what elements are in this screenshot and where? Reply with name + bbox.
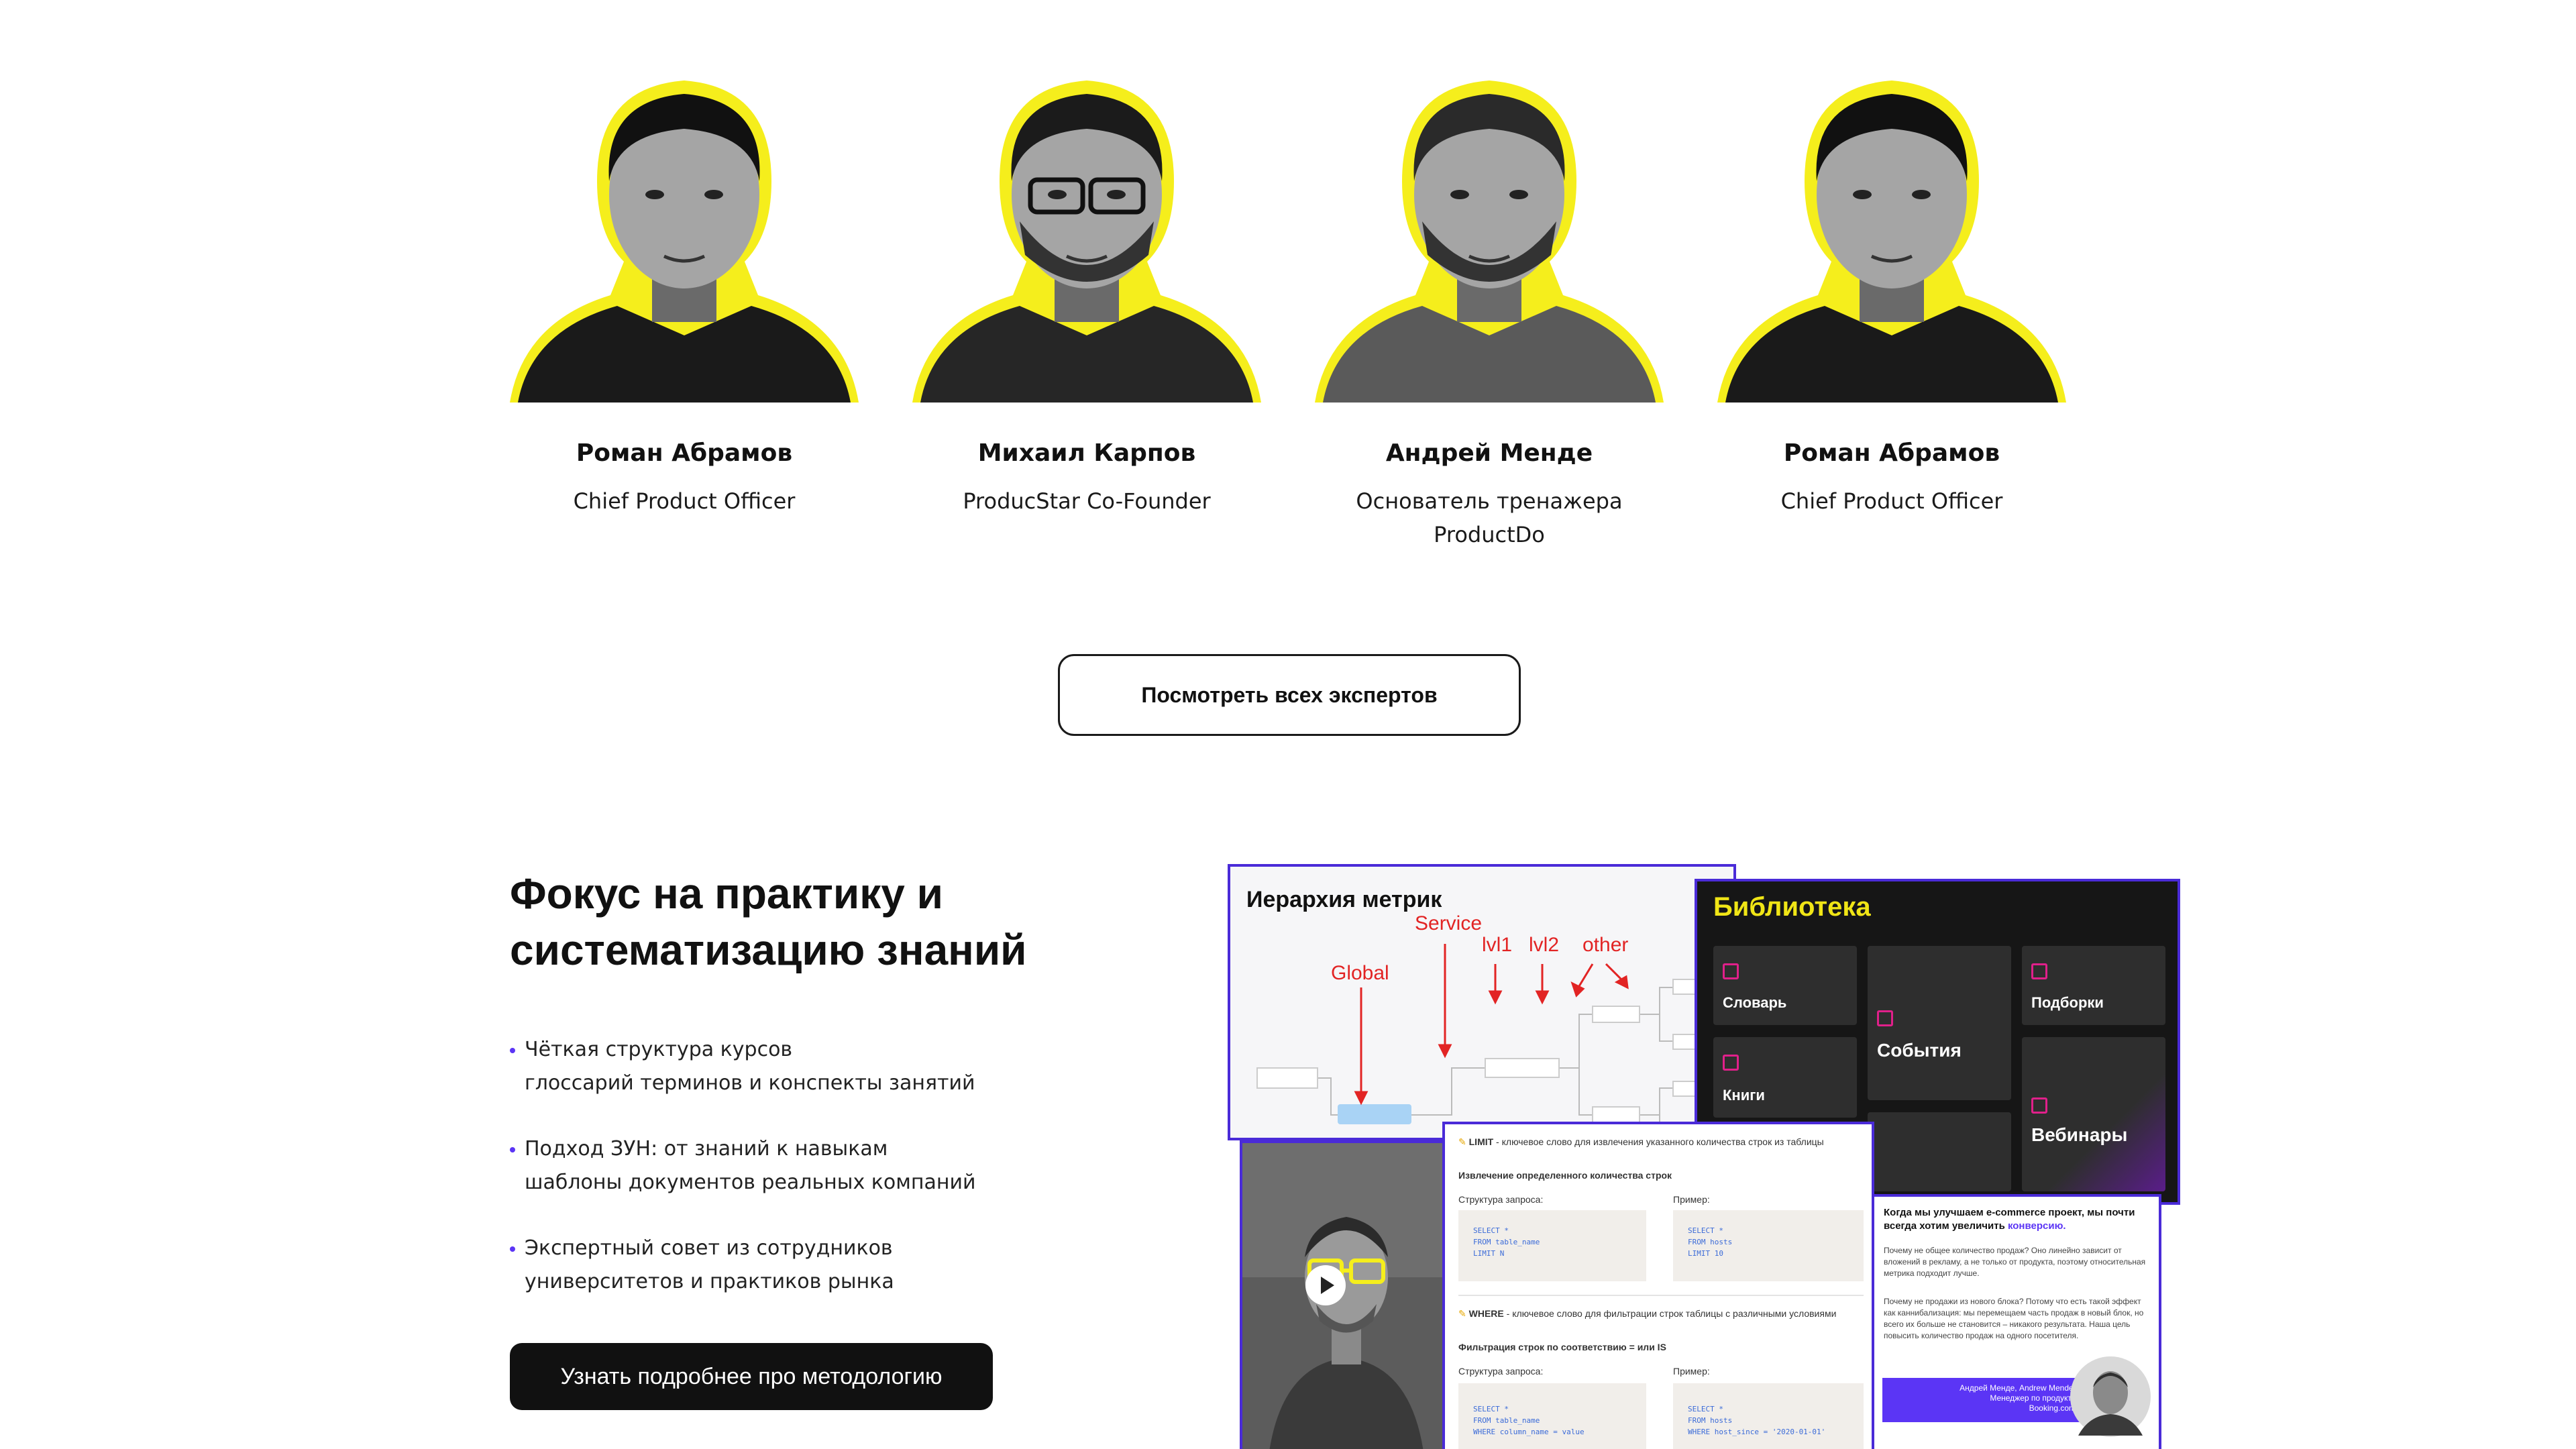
- expert-portrait: [1717, 80, 2066, 402]
- tile-label: Книги: [1723, 1087, 1765, 1104]
- tile-label: Словарь: [1723, 994, 1787, 1011]
- feature-item: Чёткая структура курсов глоссарий термин…: [510, 1033, 1114, 1100]
- feature-title: Экспертный совет из сотрудников: [525, 1236, 893, 1260]
- avatar: [2070, 1356, 2151, 1437]
- metric-label: Service: [1415, 912, 1483, 934]
- library-tile-events[interactable]: События: [1868, 946, 2011, 1100]
- expert-role: Основатель тренажера ProductDo: [1356, 488, 1623, 547]
- metric-label: other: [1582, 934, 1629, 956]
- sql-structure-label: Структура запроса:: [1458, 1366, 1544, 1377]
- feature-subtitle: университетов и практиков рынка: [525, 1270, 894, 1293]
- play-icon[interactable]: [1305, 1265, 1346, 1305]
- feature-subtitle: глоссарий терминов и конспекты занятий: [525, 1071, 975, 1095]
- methodology-button[interactable]: Узнать подробнее про методологию: [510, 1343, 993, 1410]
- books-icon: [1723, 1055, 1739, 1071]
- feature-title: Чёткая структура курсов: [525, 1038, 793, 1061]
- note-paragraph: Почему не продажи из нового блока? Потом…: [1884, 1297, 2144, 1340]
- metrics-mindmap: [1256, 944, 1721, 1135]
- library-title: Библиотека: [1713, 892, 1871, 922]
- metrics-hierarchy-card: Иерархия метрик Global Service lvl1 lvl2…: [1228, 864, 1736, 1140]
- experts-section: Роман Абрамов Chief Product Officer Миха…: [0, 0, 2576, 564]
- features-list: Чёткая структура курсов глоссарий термин…: [510, 1033, 1114, 1331]
- sql-where-heading: ✎ WHERE - ключевое слово для фильтрации …: [1458, 1308, 1837, 1319]
- library-tile-books[interactable]: Книги: [1713, 1037, 1857, 1118]
- note-signature: Андрей Менде, Andrew Mende, Менеджер по …: [1882, 1378, 2084, 1422]
- metric-label: Global: [1331, 962, 1389, 984]
- expert-name: Михаил Карпов: [977, 439, 1196, 467]
- video-icon: [2031, 1097, 2047, 1114]
- feature-item: Экспертный совет из сотрудников универси…: [510, 1232, 1114, 1299]
- expert-note-card: Когда мы улучшаем e-commerce проект, мы …: [1872, 1194, 2161, 1449]
- presenter-photo: [1242, 1143, 1445, 1449]
- section-title-line: Фокус на практику и: [510, 869, 943, 918]
- library-tile-webinars[interactable]: Вебинары: [2022, 1037, 2165, 1191]
- feature-subtitle: шаблоны документов реальных компаний: [525, 1171, 976, 1194]
- metric-label: lvl1: [1482, 934, 1513, 956]
- book-icon: [1723, 963, 1739, 979]
- section-title: Фокус на практику и систематизацию знани…: [510, 865, 1181, 978]
- code-block: SELECT * FROM table_name LIMIT N: [1458, 1210, 1646, 1281]
- pencil-icon: ✎: [1458, 1308, 1466, 1319]
- sql-example-label: Пример:: [1673, 1194, 1710, 1205]
- sql-limit-subheading: Извлечение определенного количества стро…: [1458, 1170, 1672, 1181]
- sql-structure-label: Структура запроса:: [1458, 1194, 1544, 1205]
- code-block: SELECT * FROM table_name WHERE column_name…: [1458, 1383, 1646, 1449]
- metric-label: lvl2: [1529, 934, 1560, 956]
- table-icon: [1877, 1010, 1893, 1026]
- expert-portrait: [912, 80, 1261, 402]
- feature-item: Подход ЗУН: от знаний к навыкам шаблоны …: [510, 1132, 1114, 1199]
- expert-portrait: [1315, 80, 1664, 402]
- note-paragraph: Почему не общее количество продаж? Оно л…: [1884, 1246, 2146, 1278]
- expert-name: Роман Абрамов: [1783, 439, 2000, 467]
- video-card[interactable]: [1240, 1140, 1448, 1449]
- sql-limit-heading: ✎ LIMIT - ключевое слово для извлечения …: [1458, 1136, 1824, 1147]
- expert-role: Chief Product Officer: [573, 488, 796, 514]
- expert-name: Андрей Менде: [1385, 439, 1593, 467]
- library-tile-dictionary[interactable]: Словарь: [1713, 946, 1857, 1025]
- sql-notes-card: ✎ LIMIT - ключевое слово для извлечения …: [1442, 1122, 1874, 1449]
- folder-icon: [2031, 963, 2047, 979]
- metrics-root-node: [1338, 1104, 1411, 1124]
- section-title-line: систематизацию знаний: [510, 926, 1027, 974]
- sql-where-subheading: Фильтрация строк по соответствию = или I…: [1458, 1342, 1666, 1352]
- library-tile-empty: [1868, 1112, 2011, 1191]
- expert-role: Chief Product Officer: [1780, 488, 2003, 514]
- code-block: SELECT * FROM hosts LIMIT 10: [1673, 1210, 1864, 1281]
- tile-label: Вебинары: [2031, 1124, 2128, 1145]
- expert-name: Роман Абрамов: [576, 439, 793, 467]
- pencil-icon: ✎: [1458, 1136, 1466, 1147]
- note-heading: Когда мы улучшаем e-commerce проект, мы …: [1884, 1207, 2135, 1232]
- divider: [1458, 1295, 1864, 1296]
- tile-label: Подборки: [2031, 994, 2104, 1011]
- tile-label: События: [1877, 1040, 1962, 1061]
- expert-portrait: [510, 80, 859, 402]
- feature-title: Подход ЗУН: от знаний к навыкам: [525, 1137, 888, 1161]
- view-all-experts-button[interactable]: Посмотреть всех экспертов: [1058, 654, 1521, 736]
- sql-example-label: Пример:: [1673, 1366, 1710, 1377]
- code-block: SELECT * FROM hosts WHERE host_since = '20…: [1673, 1383, 1864, 1449]
- library-tile-collections[interactable]: Подборки: [2022, 946, 2165, 1025]
- expert-role: ProducStar Co-Founder: [963, 488, 1211, 514]
